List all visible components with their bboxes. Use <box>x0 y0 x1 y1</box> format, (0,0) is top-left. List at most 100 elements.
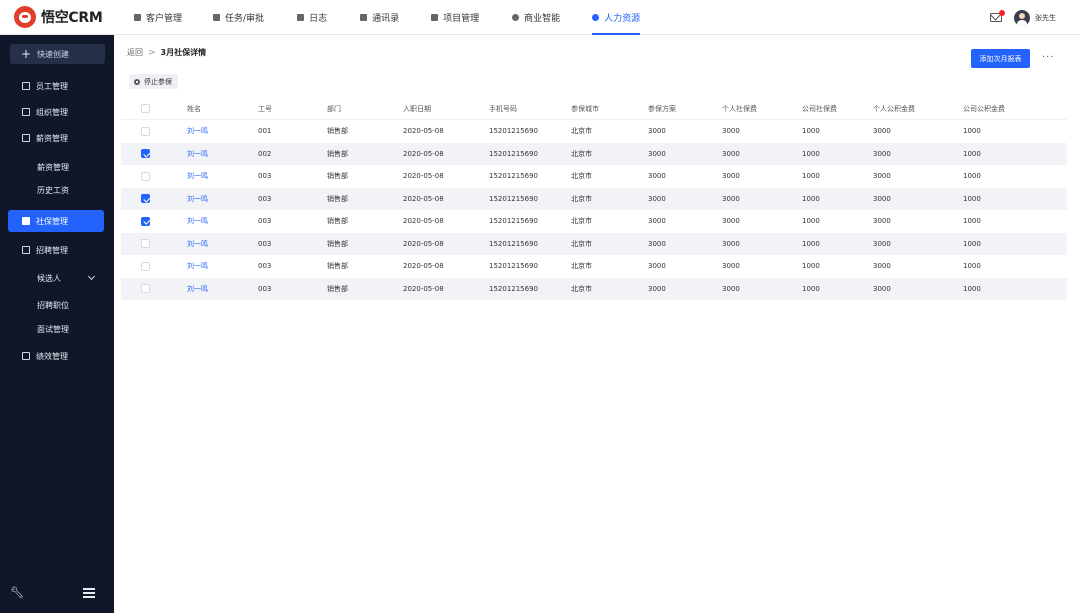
table-cell: 3000 <box>648 194 666 203</box>
table-cell: 2020-05-08 <box>403 239 444 248</box>
topnav-item[interactable]: 通讯录 <box>360 0 399 35</box>
add-next-month-report-button[interactable]: 添加次月报表 <box>971 49 1030 68</box>
table-row[interactable]: 刘一鸣 001 销售部 2020-05-08 15201215690 北京市 3000 300… <box>121 120 1067 143</box>
table-cell: 北京市 <box>571 127 592 136</box>
table-row[interactable]: 刘一鸣 003 销售部 2020-05-08 15201215690 北京市 3000 300… <box>121 277 1067 301</box>
sidebar-item[interactable]: 招聘管理 <box>8 239 104 261</box>
table-row[interactable]: 刘一鸣 003 销售部 2020-05-08 15201215690 北京市 3000 300… <box>121 165 1067 188</box>
employee-name-link[interactable]: 刘一鸣 <box>187 165 208 188</box>
table-row[interactable]: 刘一鸣 003 销售部 2020-05-08 15201215690 北京市 3000 300… <box>121 255 1067 278</box>
topnav-item-label: 日志 <box>309 13 328 24</box>
table-cell: 销售部 <box>327 217 348 226</box>
sidebar-item[interactable]: 组织管理 <box>8 101 104 123</box>
performance-icon <box>22 352 30 360</box>
topnav-item[interactable]: 商业智能 <box>512 0 560 35</box>
stop-insurance-button[interactable]: 停止参保 <box>129 74 178 89</box>
table-cell: 3000 <box>722 217 740 226</box>
table-cell: 2020-05-08 <box>403 262 444 271</box>
notification-dot <box>999 10 1005 16</box>
menu-fold-icon[interactable] <box>83 588 95 599</box>
table-cell: 销售部 <box>327 194 348 203</box>
row-select-cell <box>141 165 150 188</box>
topnav-item-label: 人力资源 <box>604 13 641 24</box>
row-checkbox[interactable] <box>141 284 150 294</box>
sidebar-item[interactable]: 候选人 <box>8 267 104 289</box>
table-row[interactable]: 刘一鸣 003 销售部 2020-05-08 15201215690 北京市 3000 300… <box>121 232 1067 256</box>
topnav-item[interactable]: 人力资源 <box>592 0 641 35</box>
row-checkbox[interactable] <box>141 194 150 204</box>
more-icon[interactable]: ··· <box>1042 53 1055 63</box>
sidebar-item[interactable]: 社保管理 <box>8 210 104 232</box>
table-cell: 北京市 <box>571 217 592 226</box>
sidebar-item[interactable]: 招聘职位 <box>8 294 104 316</box>
sidebar-item[interactable]: 员工管理 <box>8 75 104 97</box>
employee-name-link[interactable]: 刘一鸣 <box>187 188 208 211</box>
table-cell: 003 <box>258 217 272 226</box>
table-cell: 销售部 <box>327 239 348 248</box>
topnav-item-label: 商业智能 <box>524 13 561 24</box>
employee-name-link[interactable]: 刘一鸣 <box>187 255 208 278</box>
table-row[interactable]: 刘一鸣 003 销售部 2020-05-08 15201215690 北京市 3000 300… <box>121 210 1067 233</box>
chevron-down-icon[interactable] <box>87 272 96 281</box>
table-cell: 3000 <box>648 149 666 158</box>
employee-name-link[interactable]: 刘一鸣 <box>187 143 208 166</box>
back-link[interactable]: 返回 <box>127 47 143 58</box>
row-checkbox[interactable] <box>141 239 150 249</box>
employee-name-link[interactable]: 刘一鸣 <box>187 233 208 256</box>
mail-icon[interactable] <box>990 10 1005 22</box>
column-header: 个人公积金费 <box>873 104 915 113</box>
sidebar-item[interactable]: 面试管理 <box>8 318 104 340</box>
row-select-cell <box>141 233 150 256</box>
row-checkbox[interactable] <box>141 171 150 181</box>
table-cell: 2020-05-08 <box>403 284 444 293</box>
table-cell: 3000 <box>873 217 891 226</box>
topnav-item[interactable]: 客户管理 <box>134 0 182 35</box>
row-checkbox[interactable] <box>141 261 150 271</box>
employee-name-link[interactable]: 刘一鸣 <box>187 120 208 143</box>
sidebar-item[interactable]: 薪资管理 <box>8 156 104 178</box>
top-right-area: 张先生 <box>990 0 1056 35</box>
wrench-icon[interactable]: 🔧︎ <box>10 587 24 599</box>
column-header: 工号 <box>258 104 272 113</box>
project-icon <box>431 13 439 21</box>
topnav-item[interactable]: 项目管理 <box>431 0 479 35</box>
select-all-checkbox[interactable] <box>141 104 150 113</box>
table-cell: 1000 <box>802 172 820 181</box>
row-checkbox[interactable] <box>141 216 150 226</box>
quick-create-button[interactable]: + 快速创建 <box>10 44 105 64</box>
table-cell: 3000 <box>873 194 891 203</box>
employee-name-link[interactable]: 刘一鸣 <box>187 278 208 301</box>
employee-name-link[interactable]: 刘一鸣 <box>187 210 208 233</box>
user-name[interactable]: 张先生 <box>1035 13 1056 23</box>
table-cell: 3000 <box>648 172 666 181</box>
table-cell: 1000 <box>963 194 981 203</box>
page-title: 3月社保详情 <box>160 48 207 57</box>
sidebar-item[interactable]: 绩效管理 <box>8 345 104 367</box>
table-row[interactable]: 刘一鸣 002 销售部 2020-05-08 15201215690 北京市 3000 300… <box>121 142 1067 166</box>
app-logo[interactable]: 悟空CRM <box>0 0 118 35</box>
table-cell: 003 <box>258 172 272 181</box>
table-cell: 1000 <box>802 127 820 136</box>
table-cell: 北京市 <box>571 262 592 271</box>
monkey-logo-icon <box>14 6 36 28</box>
table-row[interactable]: 刘一鸣 003 销售部 2020-05-08 15201215690 北京市 3000 300… <box>121 187 1067 211</box>
row-checkbox[interactable] <box>141 126 150 136</box>
main-content: 返回 > 3月社保详情 添加次月报表 ··· 停止参保 姓名 工号 部门 入职日期 手机… <box>114 35 1080 613</box>
table-cell: 3000 <box>722 239 740 248</box>
table-cell: 3000 <box>722 172 740 181</box>
sidebar-item[interactable]: 历史工资 <box>8 179 104 201</box>
stop-insurance-label: 停止参保 <box>144 77 172 86</box>
table-cell: 北京市 <box>571 149 592 158</box>
topnav-item[interactable]: 日志 <box>297 0 327 35</box>
employee-icon <box>22 82 30 90</box>
avatar[interactable] <box>1014 9 1030 26</box>
table-cell: 1000 <box>802 217 820 226</box>
topnav-item[interactable]: 任务/审批 <box>213 0 264 35</box>
topnav-item-label: 通讯录 <box>372 13 400 24</box>
row-checkbox[interactable] <box>141 149 150 159</box>
sidebar-item[interactable]: 薪资管理 <box>8 127 104 149</box>
table-cell: 15201215690 <box>489 149 538 158</box>
table-cell: 2020-05-08 <box>403 194 444 203</box>
row-select-cell <box>141 210 150 233</box>
table-cell: 15201215690 <box>489 217 538 226</box>
